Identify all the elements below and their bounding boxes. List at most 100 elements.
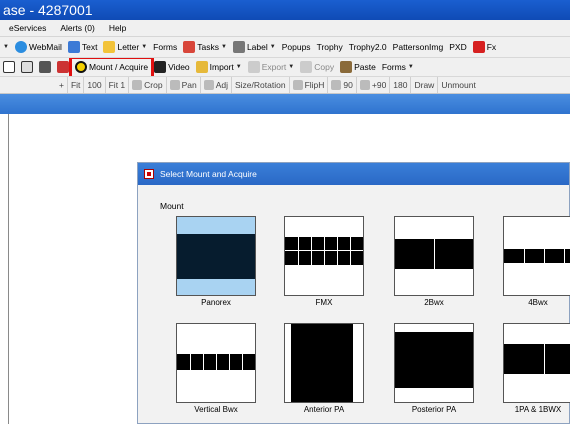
video-button[interactable]: Video [151,59,193,76]
mount-label-vertical-bwx: Vertical Bwx [194,405,238,414]
rx-button[interactable]: Fx [470,39,499,56]
pxd-label: PXD [449,42,467,52]
rotate-90-button[interactable]: 90 [327,77,355,93]
document-button[interactable] [0,59,18,76]
import-label: Import [209,62,234,72]
trophy2-button[interactable]: Trophy2.0 [346,39,390,56]
mount-tile-2bwx[interactable] [394,216,474,296]
rotate-180-button[interactable]: 180 [389,77,410,93]
zoom-100-button[interactable]: 100 [83,77,104,93]
webmail-button[interactable]: WebMail [12,39,65,56]
mouth-button[interactable] [54,59,72,76]
adjust-button[interactable]: Adj [199,77,231,93]
fit-button[interactable]: Fit [66,77,83,93]
menu-alerts[interactable]: Alerts (0) [60,23,94,33]
fliph-button[interactable]: FlipH [288,77,328,93]
pxd-button[interactable]: PXD [446,39,469,56]
mount-acquire-button[interactable]: Mount / Acquire [68,58,155,76]
menu-bar: eServices Alerts (0) Help [0,20,570,37]
letter-label: Letter [117,42,140,52]
label-label: Label [246,42,268,52]
forms-label: Forms [153,42,178,52]
mount-tile-fmx[interactable] [284,216,364,296]
chevron-down-icon: ▼ [288,64,295,70]
crop-button[interactable]: Crop [128,77,165,93]
chevron-down-icon: ▼ [407,64,414,70]
forms2-label: Forms [381,62,406,72]
copy-label: Copy [314,62,335,72]
size-rotation-label: Size/Rotation [235,80,286,90]
popups-button[interactable]: Popups [279,39,314,56]
pattersonimg-label: PattersonImg [392,42,444,52]
chevron-down-icon: ▼ [141,44,148,50]
dialog-title-bar[interactable]: Select Mount and Acquire [138,163,569,185]
rotate-left-icon [331,80,342,90]
unmount-button[interactable]: Unmount [437,77,479,93]
pattersonimg-button[interactable]: PattersonImg [390,39,447,56]
export-button[interactable]: Export ▼ [245,59,298,76]
label-icon [232,41,245,53]
mount-tile-panorex[interactable] [176,216,256,296]
mount-label-anterior-pa: Anterior PA [303,405,345,414]
mount-label-1pa-1bwx: 1PA & 1BWX [514,405,562,414]
camera-button[interactable] [36,59,54,76]
plus-icon: + [59,80,64,90]
rx-icon [472,41,485,53]
adjust-icon [203,80,214,90]
window-title: ase - 4287001 [0,0,570,20]
camera-icon [39,61,51,73]
trophy-label: Trophy [316,42,343,52]
rotate-right-icon [359,80,370,90]
fit1-button[interactable]: Fit 1 [104,77,129,93]
draw-button[interactable]: Draw [410,77,437,93]
paste-button[interactable]: Paste [337,59,379,76]
copy-pages-button[interactable] [18,59,36,76]
menu-help[interactable]: Help [109,23,126,33]
zoom-100-label: 100 [87,80,102,90]
rotate-plus90-button[interactable]: +90 [355,77,389,93]
letter-icon [103,41,116,53]
image-header-band [0,94,570,114]
mouth-icon [57,61,69,73]
tasks-icon [183,41,196,53]
toolbar-image-tools: + Fit 100 Fit 1 Crop Pan Adj Size/Rotati… [0,77,570,94]
webmail-icon [14,41,27,53]
forms2-button[interactable]: Forms ▼ [379,59,417,76]
size-rotation-button[interactable]: Size/Rotation [231,77,289,93]
mount-tile-anterior-pa[interactable] [284,323,364,403]
trophy-button[interactable]: Trophy [314,39,346,56]
forms-button[interactable]: Forms [150,39,180,56]
crop-icon [132,80,143,90]
mount-tile-vertical-bwx[interactable] [176,323,256,403]
adjust-label: Adj [215,80,228,90]
pan-button[interactable]: Pan [165,77,200,93]
toolbar-imaging: Mount / Acquire Video Import ▼ Export ▼ … [0,58,570,77]
mount-label-2bwx: 2Bwx [424,298,444,307]
radiation-icon [75,61,87,73]
unmount-label: Unmount [441,80,476,90]
export-icon [247,61,260,73]
tasks-button[interactable]: Tasks ▼ [180,39,230,56]
fit-label: Fit [70,80,81,90]
menu-eservices[interactable]: eServices [9,23,46,33]
video-label: Video [168,62,190,72]
paste-label: Paste [354,62,376,72]
copy-button[interactable]: Copy [297,59,337,76]
mount-tile-4bwx[interactable] [503,216,570,296]
rotate-90-label: 90 [343,80,353,90]
import-button[interactable]: Import ▼ [193,59,245,76]
left-dropdown[interactable]: ▼ [0,39,12,56]
zoom-in-button[interactable]: + [56,77,67,93]
paste-icon [340,61,353,73]
mount-tile-1pa-1bwx[interactable] [503,323,570,403]
text-button[interactable]: Text [65,39,101,56]
mount-section-label: Mount [160,201,184,211]
mount-label-4bwx: 4Bwx [528,298,548,307]
mount-tile-posterior-pa[interactable] [394,323,474,403]
toolbar-primary: ▼ WebMail Text Letter ▼ Forms Tasks ▼ La… [0,37,570,58]
letter-button[interactable]: Letter ▼ [100,39,150,56]
crop-label: Crop [144,80,163,90]
label-button[interactable]: Label ▼ [230,39,279,56]
chevron-down-icon: ▼ [221,44,227,50]
chevron-down-icon: ▼ [269,44,276,50]
